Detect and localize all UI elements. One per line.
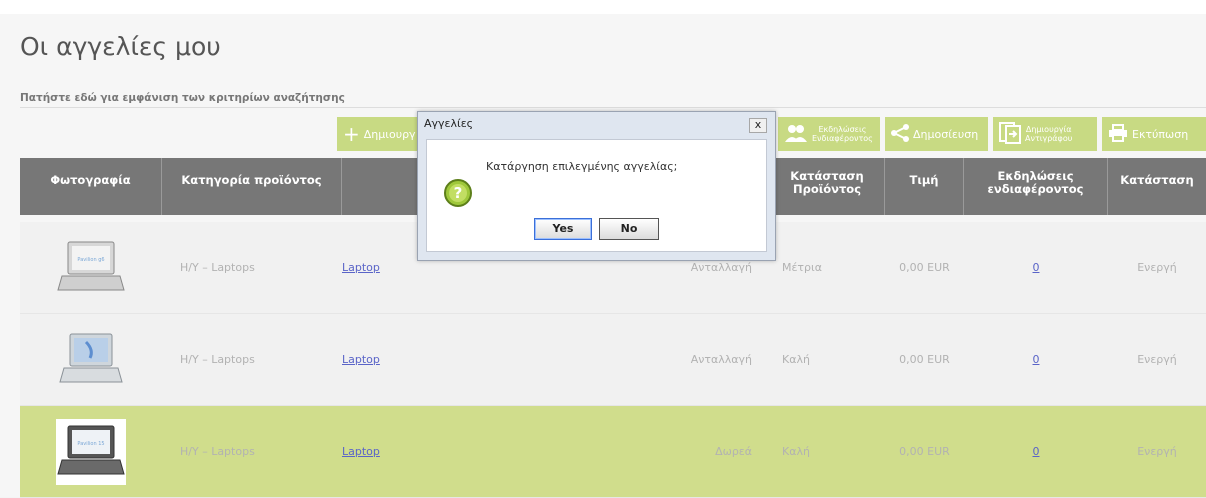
title-cell: Laptop: [342, 406, 625, 497]
status-cell: Ενεργή: [1137, 353, 1177, 366]
search-criteria-toggle[interactable]: Πατήστε εδώ για εμφάνιση των κριτηρίων α…: [20, 92, 345, 104]
header-condition[interactable]: Κατάσταση Προϊόντος: [770, 158, 885, 215]
interest-cell: 0: [964, 406, 1108, 497]
category-cell: H/Y – Laptops: [180, 353, 255, 366]
interest-link[interactable]: 0: [1033, 353, 1040, 366]
status-cell: Ενεργή: [1137, 445, 1177, 458]
print-label: Εκτύπωση: [1132, 127, 1189, 141]
price-cell: 0,00 EUR: [899, 261, 950, 274]
header-photo[interactable]: Φωτογραφία: [20, 158, 162, 215]
interest-cell: 0: [964, 314, 1108, 405]
status-cell: Ενεργή: [1137, 261, 1177, 274]
ad-link[interactable]: Laptop: [342, 445, 380, 458]
header-interest[interactable]: Εκδηλώσεις ενδιαφέροντος: [964, 158, 1108, 215]
type-cell: Δωρεά: [715, 445, 752, 458]
copy-icon: [999, 121, 1021, 147]
header-price[interactable]: Τιμή: [885, 158, 964, 215]
condition-cell: Καλή: [782, 445, 810, 458]
yes-button[interactable]: Yes: [534, 218, 592, 240]
header-status[interactable]: Κατάσταση: [1108, 158, 1206, 215]
photo-cell: [20, 314, 162, 405]
top-strip: [0, 0, 1206, 14]
create-label: Δημιουργ: [363, 127, 416, 141]
interest-link[interactable]: 0: [1033, 445, 1040, 458]
copy-label-2: Αντιγράφου: [1025, 134, 1073, 143]
header-interest-line1: Εκδηλώσεις: [997, 169, 1074, 183]
type-cell: Ανταλλαγή: [690, 353, 752, 366]
category-cell: H/Y – Laptops: [180, 261, 255, 274]
price-cell: 0,00 EUR: [899, 353, 950, 366]
photo-cell: Pavilion 15: [20, 406, 162, 497]
plus-icon: +: [343, 122, 360, 146]
people-icon: [784, 123, 808, 146]
condition-cell: Καλή: [782, 353, 810, 366]
header-interest-line2: ενδιαφέροντος: [987, 182, 1084, 196]
header-condition-line2: Προϊόντος: [792, 182, 862, 196]
header-condition-line1: Κατάσταση: [790, 169, 864, 183]
interest-link[interactable]: 0: [1033, 261, 1040, 274]
question-icon: ?: [444, 179, 472, 207]
printer-icon: [1108, 123, 1128, 145]
photo-cell: Pavilion g6: [20, 222, 162, 313]
dialog-title: Αγγελίες: [424, 117, 474, 130]
share-icon: [891, 123, 909, 145]
ad-link[interactable]: Laptop: [342, 353, 380, 366]
ad-link[interactable]: Laptop: [342, 261, 380, 274]
create-button[interactable]: + Δημιουργ: [337, 117, 423, 151]
interest-label-1: Εκδηλώσεις: [818, 125, 867, 134]
table-row[interactable]: H/Y – Laptops Laptop Ανταλλαγή Καλή 0,00…: [20, 314, 1206, 406]
table-row-selected[interactable]: Pavilion 15 H/Y – Laptops Laptop Δωρεά Κ…: [20, 406, 1206, 498]
interest-cell: 0: [964, 222, 1108, 313]
svg-text:?: ?: [454, 184, 463, 202]
create-copy-button[interactable]: Δημιουργία Αντιγράφου: [993, 117, 1097, 151]
page-title: Οι αγγελίες μου: [20, 32, 221, 61]
header-category[interactable]: Κατηγορία προϊόντος: [162, 158, 342, 215]
thumb-label: Pavilion 15: [77, 441, 104, 447]
condition-cell: Μέτρια: [782, 261, 823, 274]
category-cell: H/Y – Laptops: [180, 445, 255, 458]
print-button[interactable]: Εκτύπωση: [1102, 117, 1206, 151]
no-button[interactable]: No: [599, 218, 659, 240]
price-cell: 0,00 EUR: [899, 445, 950, 458]
publish-button[interactable]: Δημοσίευση: [885, 117, 988, 151]
close-icon[interactable]: x: [749, 118, 767, 133]
dialog-message: Κατάργηση επιλεγμένης αγγελίας;: [486, 160, 678, 173]
publish-label: Δημοσίευση: [913, 127, 979, 141]
copy-label-1: Δημιουργία: [1025, 125, 1072, 134]
dialog-body: Κατάργηση επιλεγμένης αγγελίας; ? Yes No: [426, 139, 767, 252]
interest-label-2: Ενδιαφέροντος: [812, 134, 873, 143]
confirm-dialog: Αγγελίες x Κατάργηση επιλεγμένης αγγελία…: [417, 111, 776, 261]
laptop-thumbnail[interactable]: [56, 327, 126, 393]
laptop-thumbnail[interactable]: Pavilion 15: [56, 418, 126, 485]
thumb-label: Pavilion g6: [77, 257, 104, 263]
title-cell: Laptop: [342, 314, 625, 405]
interest-button[interactable]: Εκδηλώσεις Ενδιαφέροντος: [778, 117, 880, 151]
laptop-thumbnail[interactable]: Pavilion g6: [56, 235, 126, 301]
divider: [20, 107, 1206, 108]
